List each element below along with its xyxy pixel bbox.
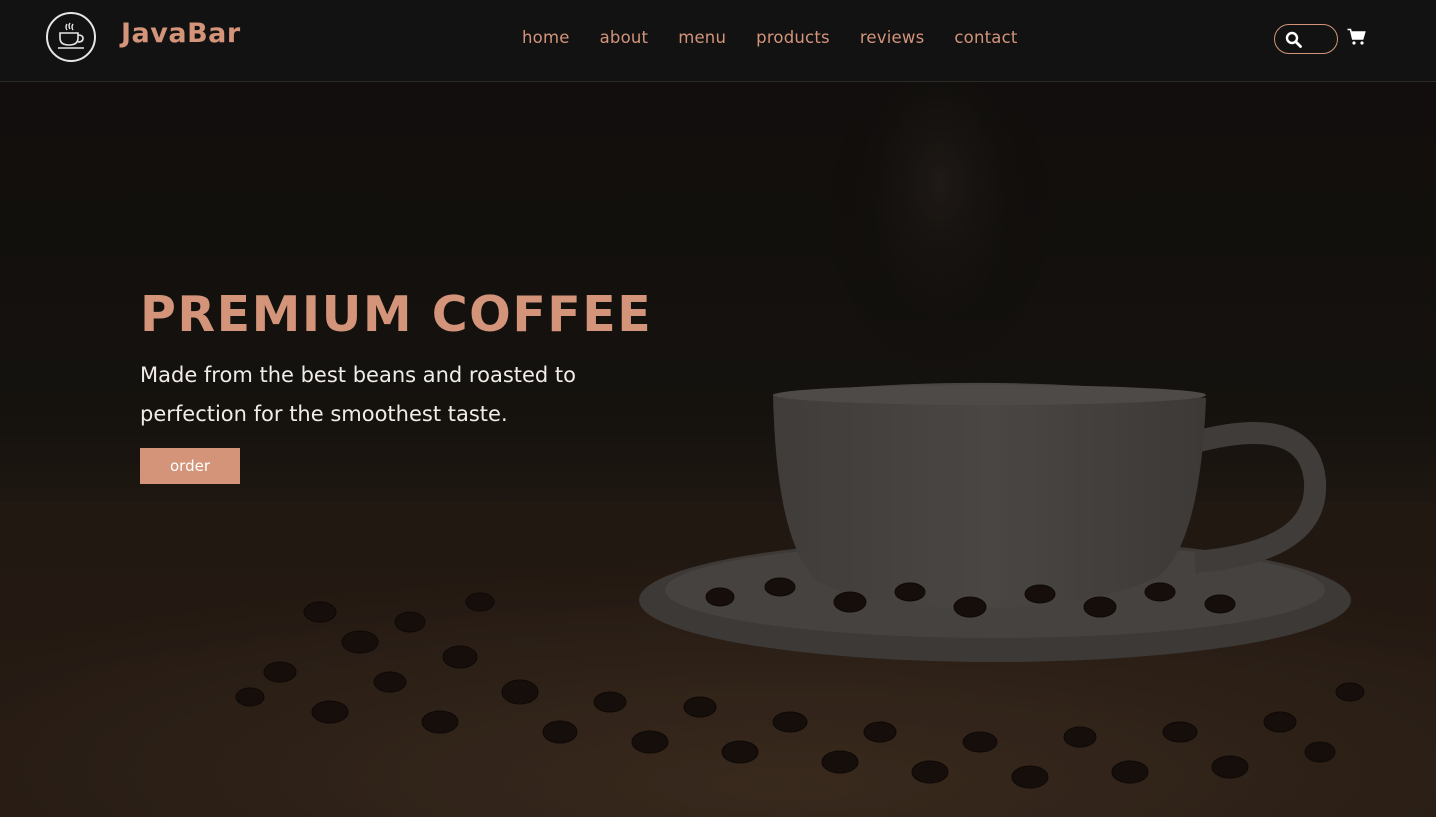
hero-section: PREMIUM COFFEE Made from the best beans … [0, 82, 1436, 817]
order-button[interactable]: order [140, 448, 240, 484]
search-icon [1285, 31, 1302, 48]
cart-icon [1347, 28, 1366, 45]
nav-products[interactable]: products [746, 28, 830, 47]
logo[interactable] [46, 12, 96, 62]
search-input[interactable] [1274, 24, 1338, 54]
nav-about[interactable]: about [590, 28, 649, 47]
landing-page: JavaBar home about menu products reviews… [0, 0, 1436, 817]
hero-subtitle: Made from the best beans and roasted to … [140, 363, 576, 426]
coffee-cup-icon [58, 22, 84, 49]
nav-reviews[interactable]: reviews [850, 28, 925, 47]
nav-contact[interactable]: contact [944, 28, 1017, 47]
cart-button[interactable] [1347, 28, 1366, 50]
nav-home[interactable]: home [512, 28, 570, 47]
nav-menu[interactable]: menu [668, 28, 726, 47]
hero-title: PREMIUM COFFEE [140, 286, 653, 343]
main-nav: home about menu products reviews contact [512, 28, 1018, 47]
site-header: JavaBar home about menu products reviews… [0, 0, 1436, 82]
brand-name[interactable]: JavaBar [121, 18, 241, 49]
